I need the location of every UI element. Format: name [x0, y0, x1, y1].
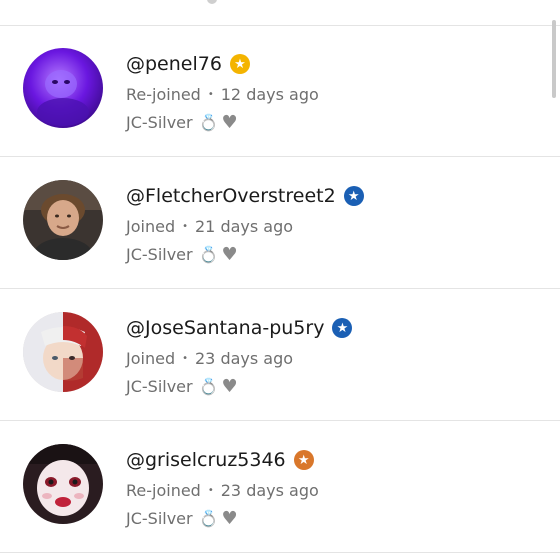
grey-heart-icon: ♥ — [221, 507, 238, 529]
grey-heart-icon: ♥ — [221, 375, 238, 397]
grey-heart-icon: ♥ — [221, 243, 238, 265]
list-item[interactable]: @FletcherOverstreet2 ★ Joined • 21 days … — [0, 157, 560, 289]
star-badge-icon: ★ — [343, 186, 364, 206]
grey-heart-icon: ♥ — [221, 111, 238, 133]
list-item[interactable]: @penel76 ★ Re-joined • 12 days ago JC-Si… — [0, 25, 560, 157]
avatar[interactable] — [23, 312, 103, 392]
join-time: 23 days ago — [220, 480, 319, 500]
join-status: Joined — [126, 348, 176, 368]
ring-icon: 💍 — [198, 112, 219, 132]
join-status: Re-joined — [126, 84, 201, 104]
separator: • — [207, 88, 214, 100]
join-status: Joined — [126, 216, 176, 236]
star-badge-icon: ★ — [332, 318, 353, 338]
join-time: 23 days ago — [195, 348, 294, 368]
star-badge-icon: ★ — [229, 54, 250, 74]
star-badge-icon: ★ — [293, 450, 314, 470]
membership-tier: JC-Silver — [126, 244, 193, 264]
separator: • — [207, 484, 214, 496]
separator: • — [182, 352, 188, 364]
list-item[interactable]: @griselcruz5346 ★ Re-joined • 23 days ag… — [0, 421, 560, 553]
join-status: Re-joined — [126, 480, 201, 500]
member-list: @penel76 ★ Re-joined • 12 days ago JC-Si… — [0, 25, 560, 553]
list-item[interactable]: @JoseSantana-pu5ry ★ Joined • 23 days ag… — [0, 289, 560, 421]
avatar[interactable] — [23, 180, 103, 260]
partial-avatar — [207, 0, 217, 4]
previous-row-edge — [0, 0, 560, 26]
membership-tier: JC-Silver — [126, 508, 193, 528]
membership-tier: JC-Silver — [126, 112, 193, 132]
avatar[interactable] — [23, 48, 103, 128]
member-handle[interactable]: @griselcruz5346 — [126, 449, 286, 471]
join-time: 12 days ago — [220, 84, 319, 104]
avatar[interactable] — [23, 444, 103, 524]
separator: • — [182, 220, 188, 232]
member-handle[interactable]: @penel76 — [126, 53, 222, 75]
ring-icon: 💍 — [198, 376, 219, 396]
join-time: 21 days ago — [195, 216, 294, 236]
member-handle[interactable]: @FletcherOverstreet2 — [126, 185, 336, 207]
member-handle[interactable]: @JoseSantana-pu5ry — [126, 317, 324, 339]
ring-icon: 💍 — [198, 508, 219, 528]
ring-icon: 💍 — [198, 244, 219, 264]
membership-tier: JC-Silver — [126, 376, 193, 396]
